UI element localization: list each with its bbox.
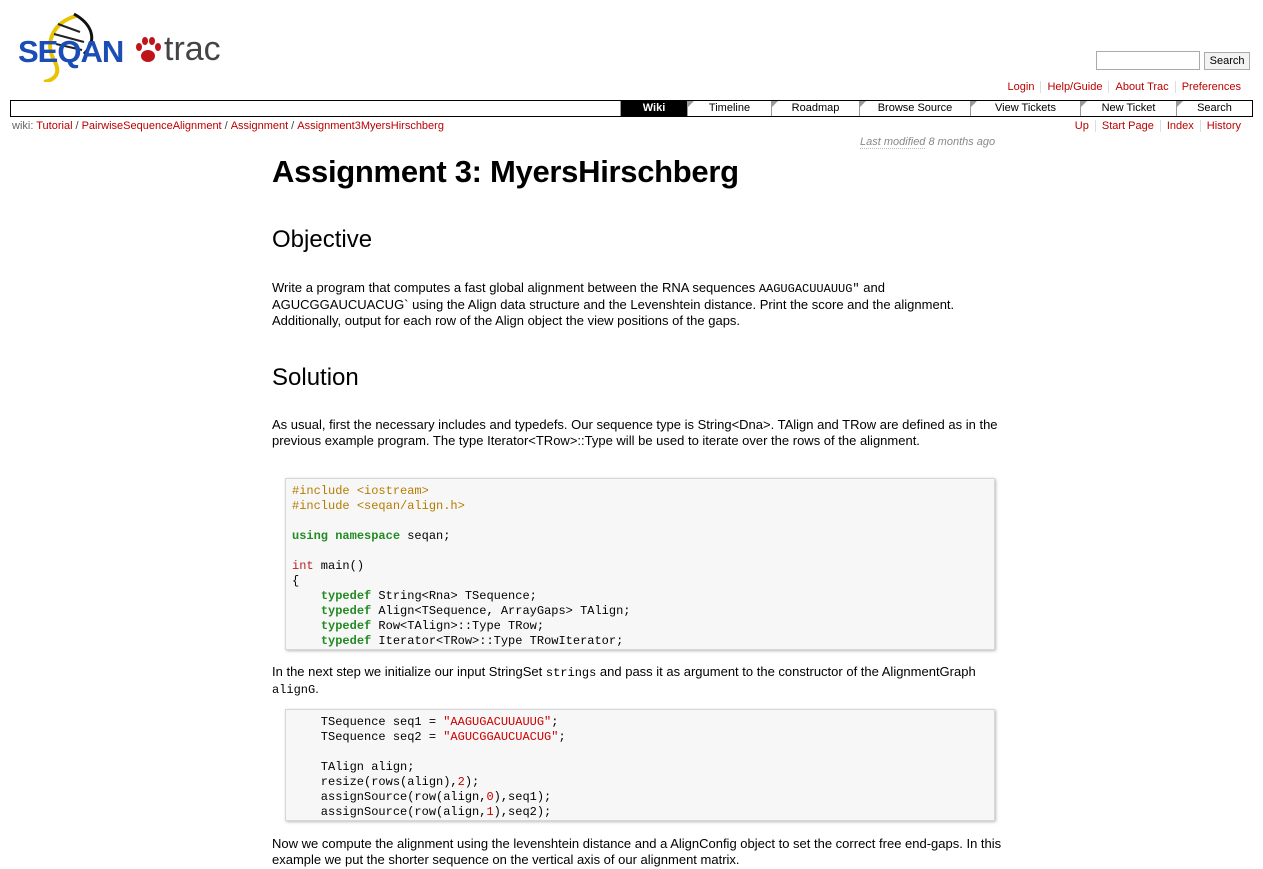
page-title: Assignment 3: MyersHirschberg xyxy=(272,154,739,189)
logo-trac-text: trac xyxy=(164,30,221,68)
about-trac-link[interactable]: About Trac xyxy=(1108,81,1175,93)
tab-new-ticket[interactable]: New Ticket xyxy=(1080,101,1176,116)
breadcrumb: wiki: Tutorial / PairwiseSequenceAlignment… xyxy=(12,120,444,132)
breadcrumb-assignment[interactable]: Assignment xyxy=(231,120,288,132)
tab-browse-source[interactable]: Browse Source xyxy=(859,101,970,116)
code-block-includes: #include <iostream> #include <seqan/alig… xyxy=(285,478,995,650)
tab-search[interactable]: Search xyxy=(1176,101,1252,116)
search-button[interactable]: Search xyxy=(1203,51,1251,70)
breadcrumb-tutorial[interactable]: Tutorial xyxy=(36,120,72,132)
preferences-link[interactable]: Preferences xyxy=(1174,81,1247,93)
tab-wiki[interactable]: Wiki xyxy=(620,101,687,116)
help-guide-link[interactable]: Help/Guide xyxy=(1040,81,1109,93)
breadcrumb-prefix: wiki: xyxy=(12,120,34,132)
code-block-init: TSequence seq1 = "AAGUGACUUAUUG"; TSeque… xyxy=(285,709,995,821)
objective-paragraph: Write a program that computes a fast glo… xyxy=(272,280,955,328)
solution-heading: Solution xyxy=(272,364,359,391)
tab-view-tickets[interactable]: View Tickets xyxy=(970,101,1080,116)
main-navigation: Wiki Timeline Roadmap Browse Source View… xyxy=(10,100,1253,117)
seqan-trac-logo[interactable]: SEQAN trac xyxy=(14,12,229,82)
wiki-content: Assignment 3: MyersHirschberg Objective … xyxy=(272,146,1007,867)
tab-roadmap[interactable]: Roadmap xyxy=(771,101,859,116)
breadcrumb-pairwise[interactable]: PairwiseSequenceAlignment xyxy=(82,120,222,132)
up-link[interactable]: Up xyxy=(1069,120,1095,132)
login-link[interactable]: Login xyxy=(1002,81,1041,93)
context-navigation: Up Start Page Index History xyxy=(1069,120,1247,132)
solution-paragraph-2: In the next step we initialize our input… xyxy=(272,664,976,697)
search-input[interactable] xyxy=(1096,51,1200,70)
tab-timeline[interactable]: Timeline xyxy=(687,101,771,116)
search-form: Search xyxy=(1096,51,1251,70)
objective-heading: Objective xyxy=(272,226,373,253)
logo-seqan-text: SEQAN xyxy=(18,34,124,69)
start-page-link[interactable]: Start Page xyxy=(1094,120,1160,132)
solution-paragraph-1: As usual, first the necessary includes a… xyxy=(272,417,998,448)
index-link[interactable]: Index xyxy=(1159,120,1200,132)
meta-navigation: Login Help/Guide About Trac Preferences xyxy=(1002,81,1247,93)
breadcrumb-assignment3[interactable]: Assignment3MyersHirschberg xyxy=(297,120,444,132)
history-link[interactable]: History xyxy=(1199,120,1247,132)
solution-paragraph-3: Now we compute the alignment using the l… xyxy=(272,836,1002,867)
paw-icon xyxy=(134,36,162,72)
